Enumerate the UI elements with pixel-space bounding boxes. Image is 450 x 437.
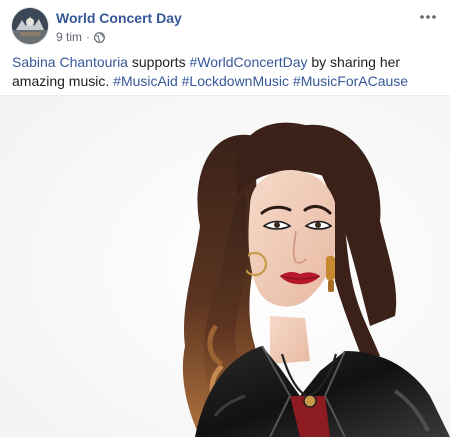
hashtag-worldconcertday[interactable]: #WorldConcertDay xyxy=(189,54,307,70)
more-options-icon[interactable] xyxy=(416,7,440,27)
message-text: supports xyxy=(127,54,190,70)
post-header: World Concert Day 9 tim · xyxy=(0,0,450,50)
mention-link[interactable]: Sabina Chantouria xyxy=(12,54,128,70)
post-photo[interactable] xyxy=(0,96,450,437)
post-timestamp[interactable]: 9 tim xyxy=(56,30,82,44)
page-name-link[interactable]: World Concert Day xyxy=(56,10,182,26)
post-meta: 9 tim · xyxy=(56,30,105,44)
avatar-image xyxy=(12,8,48,44)
portrait-image xyxy=(0,96,450,437)
post-message: Sabina Chantouria supports #WorldConcert… xyxy=(12,53,438,91)
meta-separator: · xyxy=(86,30,91,44)
globe-icon[interactable] xyxy=(94,31,105,43)
hashtag-lockdownmusic[interactable]: #LockdownMusic xyxy=(182,73,289,89)
hashtag-musicforacause[interactable]: #MusicForACause xyxy=(293,73,408,89)
hashtag-musicaid[interactable]: #MusicAid xyxy=(113,73,178,89)
page-avatar[interactable] xyxy=(12,8,48,44)
